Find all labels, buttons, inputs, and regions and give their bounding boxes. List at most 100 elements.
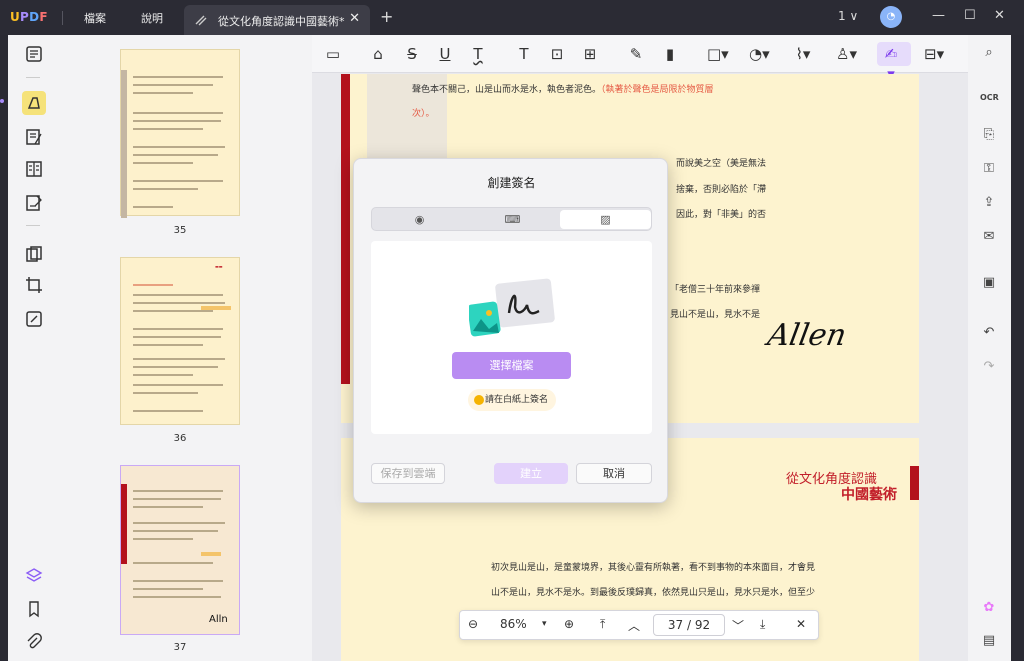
tab-image-icon[interactable]: ▨: [560, 210, 651, 229]
reader-icon[interactable]: [25, 45, 43, 63]
close-zoom-bar-icon[interactable]: ✕: [796, 617, 806, 631]
page-line: 而說美之空（美是無法: [676, 159, 767, 169]
maximize-icon[interactable]: ☐: [964, 8, 976, 23]
comment-icon[interactable]: ▭: [323, 44, 343, 64]
eraser-icon[interactable]: ▮: [660, 44, 680, 64]
edit-icon[interactable]: [25, 128, 43, 146]
tab-keyboard-icon[interactable]: ⌨: [467, 210, 558, 229]
hint-badge: 請在白紙上簽名: [468, 389, 556, 411]
signature-annotation[interactable]: Allen: [765, 318, 849, 353]
bookmark-icon[interactable]: [25, 600, 43, 618]
title-bar: UPDF 檔案 說明 從文化角度認識中國藝術* ✕ + 1 ∨ ◔ — ☐ ✕: [0, 0, 1024, 35]
create-button[interactable]: 建立: [494, 463, 568, 484]
page-line: 山不是山，見水不是水。到最後反璞歸真，依然見山只是山，見水只是水，但至少: [491, 588, 816, 598]
crop-icon[interactable]: [25, 276, 43, 294]
last-page-icon[interactable]: ⤓: [760, 617, 765, 632]
signature-icon[interactable]: ✍▾: [881, 44, 901, 83]
zoom-level[interactable]: 86%: [500, 617, 527, 631]
shape-icon[interactable]: □▾: [707, 44, 729, 64]
text-icon[interactable]: T: [514, 44, 534, 64]
avatar[interactable]: ◔: [880, 6, 902, 28]
save-icon[interactable]: ▣: [980, 275, 998, 293]
document-tab-icon: [195, 15, 207, 26]
zoom-in-icon[interactable]: ⊕: [564, 617, 574, 631]
page-input[interactable]: 37 / 92: [653, 614, 725, 636]
thumbnail-label: 36: [173, 433, 187, 444]
pencil-icon[interactable]: ✎: [626, 44, 646, 64]
layers-icon[interactable]: [25, 567, 43, 585]
signature-canvas[interactable]: 選擇檔案 請在白紙上簽名: [371, 241, 652, 434]
image-signature-illustration-icon: [469, 278, 555, 337]
ocr-icon[interactable]: OCR: [980, 93, 999, 111]
create-signature-dialog: 創建簽名 ◉ ⌨ ▨ 選擇檔案 請在白紙上簽名 保存到雲端 建立 取消: [353, 158, 668, 503]
close-window-icon[interactable]: ✕: [994, 8, 1005, 23]
thumbnail-35[interactable]: [120, 49, 240, 218]
form-icon[interactable]: [25, 160, 43, 178]
app-logo: UPDF: [10, 10, 48, 24]
page-line: 捨棄，否則必陷於「滯: [676, 185, 767, 195]
comment-toolbar: ▭ ⌂ S U T T ⊡ ⊞ ✎ ▮ □▾ ◔▾ ⌇▾ ♙▾ ✍▾ ⊟▾: [312, 35, 968, 83]
ai-assistant-icon[interactable]: ✿: [980, 600, 998, 618]
dialog-title: 創建簽名: [487, 176, 536, 190]
stamp-icon[interactable]: ♙▾: [836, 44, 857, 64]
search-icon[interactable]: ⌕: [980, 45, 998, 63]
signature-mode-tabs: ◉ ⌨ ▨: [371, 207, 652, 231]
feedback-icon[interactable]: ▤: [980, 633, 998, 651]
attachment-icon[interactable]: [25, 633, 43, 651]
measure-icon[interactable]: ⊟▾: [924, 44, 944, 64]
page-red-bar: [341, 74, 350, 384]
page-line: 因此，對「非美」的否: [676, 210, 767, 220]
attach-file-icon[interactable]: ⌇▾: [793, 44, 813, 64]
convert-file-icon[interactable]: ⎘: [980, 127, 998, 145]
info-icon: [474, 395, 484, 405]
textbox-icon[interactable]: ⊡: [547, 44, 567, 64]
window-count[interactable]: 1 ∨: [838, 9, 858, 23]
thumbnail-37[interactable]: Alln: [120, 465, 240, 635]
organize-pages-icon[interactable]: [25, 245, 43, 263]
callout-icon[interactable]: ⊞: [580, 44, 600, 64]
minimize-icon[interactable]: —: [932, 8, 945, 23]
highlight-icon[interactable]: ⌂: [368, 44, 388, 64]
thumbnails-panel: 35 ▬▬ 36 Alln 37: [58, 35, 312, 661]
page-red-marker: [910, 466, 919, 500]
thumbnail-36[interactable]: ▬▬: [120, 257, 240, 425]
save-to-cloud-button[interactable]: 保存到雲端: [371, 463, 445, 484]
redo-icon[interactable]: ↷: [980, 359, 998, 377]
underline-icon[interactable]: U: [435, 44, 455, 64]
cancel-button[interactable]: 取消: [576, 463, 652, 484]
right-tool-rail: ⌕ OCR ⎘ ⚿ ⇪ ✉ ▣ ↶ ↷ ✿ ▤: [968, 35, 1011, 661]
next-page-icon[interactable]: ﹀: [732, 617, 744, 634]
undo-icon[interactable]: ↶: [980, 325, 998, 343]
left-tool-rail: [0, 35, 58, 661]
thumbnail-label: 35: [173, 225, 187, 236]
sticker-icon[interactable]: ◔▾: [749, 44, 770, 64]
page-line: 次）。: [412, 109, 435, 119]
share-icon[interactable]: ⇪: [980, 195, 998, 213]
zoom-bar: ⊖ 86% ▾ ⊕ ⤒ ︿ 37 / 92 ﹀ ⤓ ✕: [459, 610, 819, 640]
page-line: 初次見山是山，是童蒙境界，其後心靈有所執著，看不到事物的本來面目，才會見: [491, 563, 816, 573]
zoom-out-icon[interactable]: ⊖: [468, 617, 478, 631]
strikethrough-icon[interactable]: S: [402, 44, 422, 64]
protect-icon[interactable]: ⚿: [980, 161, 998, 179]
thumbnail-label: 37: [173, 642, 187, 653]
page-line: 聲色本不關己，山是山而水是水，執色者泥色。（執著於聲色是局限於物質層: [412, 85, 714, 95]
email-icon[interactable]: ✉: [980, 229, 998, 247]
divider: [62, 11, 63, 25]
sign-edit-icon[interactable]: [25, 194, 43, 212]
highlighter-icon[interactable]: [25, 94, 43, 112]
first-page-icon[interactable]: ⤒: [600, 617, 605, 632]
prev-page-icon[interactable]: ︿: [628, 617, 640, 634]
page-line: 「老僧三十年前來參禪: [670, 285, 761, 295]
menu-help[interactable]: 說明: [141, 10, 163, 26]
squiggly-icon[interactable]: T: [468, 44, 488, 64]
page-subtitle: 中國藝術: [841, 487, 897, 503]
convert-icon[interactable]: [25, 310, 43, 328]
zoom-dropdown-icon[interactable]: ▾: [542, 619, 547, 629]
document-tab-title: 從文化角度認識中國藝術*: [218, 15, 345, 28]
tab-mouse-icon[interactable]: ◉: [374, 210, 465, 229]
choose-file-button[interactable]: 選擇檔案: [452, 352, 571, 379]
document-tab[interactable]: 從文化角度認識中國藝術* ✕: [184, 5, 370, 35]
menu-file[interactable]: 檔案: [84, 10, 106, 26]
close-tab-icon[interactable]: ✕: [349, 11, 360, 26]
new-tab-icon[interactable]: +: [380, 7, 393, 26]
